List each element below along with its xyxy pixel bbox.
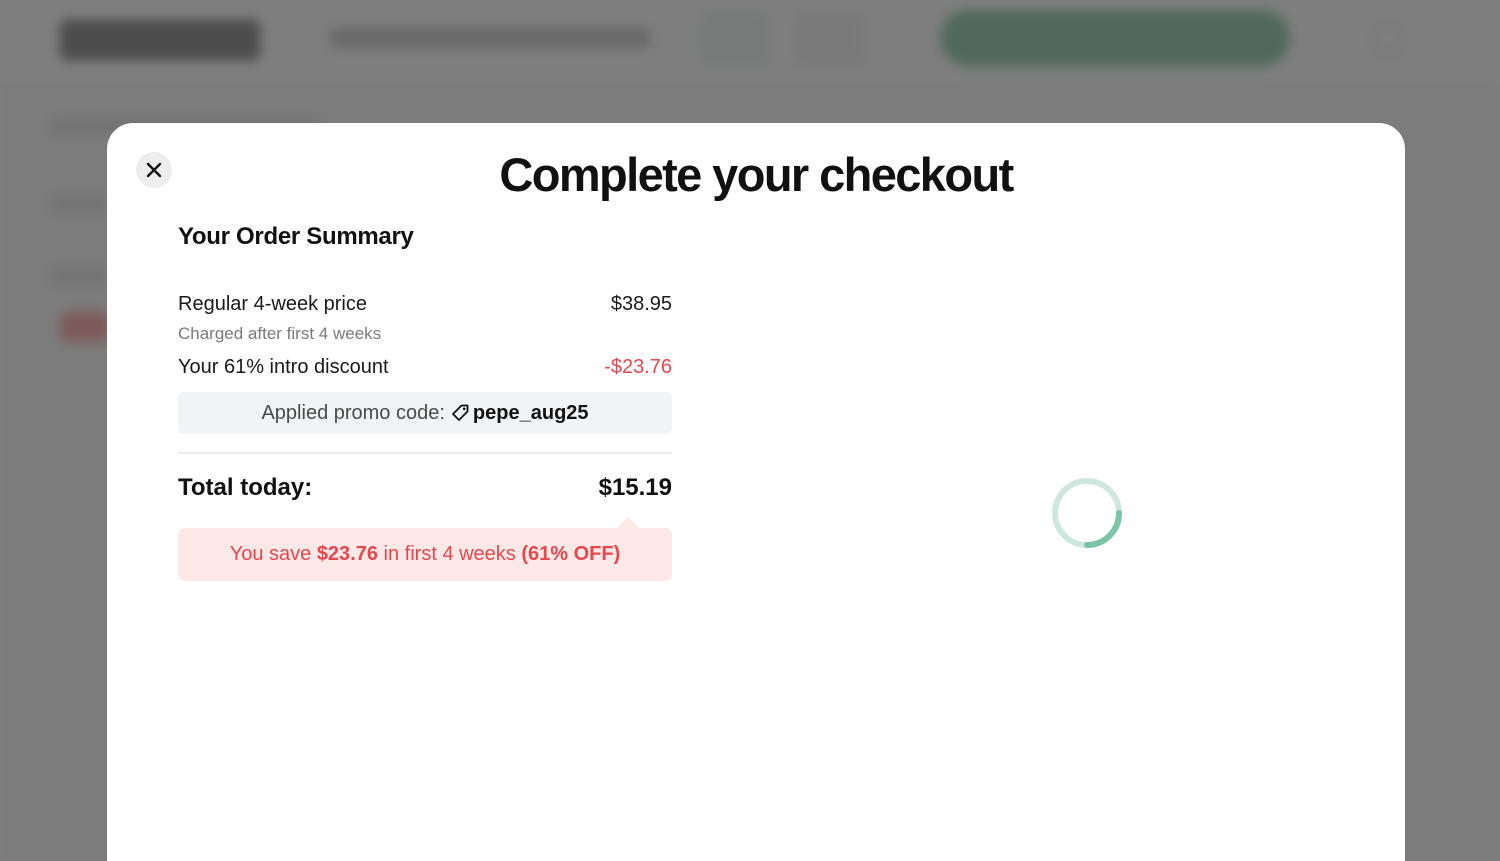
regular-price-label: Regular 4-week price — [178, 293, 367, 315]
total-value: $15.19 — [598, 474, 672, 501]
regular-price-row: Regular 4-week price $38.95 — [178, 293, 672, 316]
checkout-modal: Complete your checkout Your Order Summar… — [107, 123, 1405, 861]
savings-prefix: You save — [229, 543, 317, 565]
regular-price-value: $38.95 — [610, 293, 672, 315]
promo-code-value: pepe_aug25 — [472, 401, 589, 424]
savings-amount: $23.76 — [316, 543, 378, 565]
total-row: Total today: $15.19 — [178, 474, 672, 502]
loading-spinner-icon — [1052, 478, 1122, 548]
promo-code-box: Applied promo code: pepe_aug25 — [178, 392, 672, 434]
discount-label: Your 61% intro discount — [178, 356, 389, 378]
savings-banner: You save $23.76 in first 4 weeks (61% OF… — [178, 517, 672, 581]
tag-icon — [449, 402, 471, 424]
regular-price-note: Charged after first 4 weeks — [178, 324, 382, 343]
savings-middle: in first 4 weeks — [377, 543, 522, 565]
modal-title: Complete your checkout — [499, 148, 1014, 201]
discount-value: -$23.76 — [604, 356, 672, 378]
order-summary-heading: Your Order Summary — [178, 223, 414, 250]
savings-percent: (61% OFF) — [521, 543, 621, 565]
order-summary: Your Order Summary Regular 4-week price … — [178, 223, 672, 581]
savings-pointer — [616, 517, 640, 529]
promo-code-label: Applied promo code: — [261, 401, 445, 424]
total-label: Total today: — [178, 474, 313, 501]
divider — [178, 452, 672, 454]
discount-row: Your 61% intro discount -$23.76 — [178, 356, 672, 379]
